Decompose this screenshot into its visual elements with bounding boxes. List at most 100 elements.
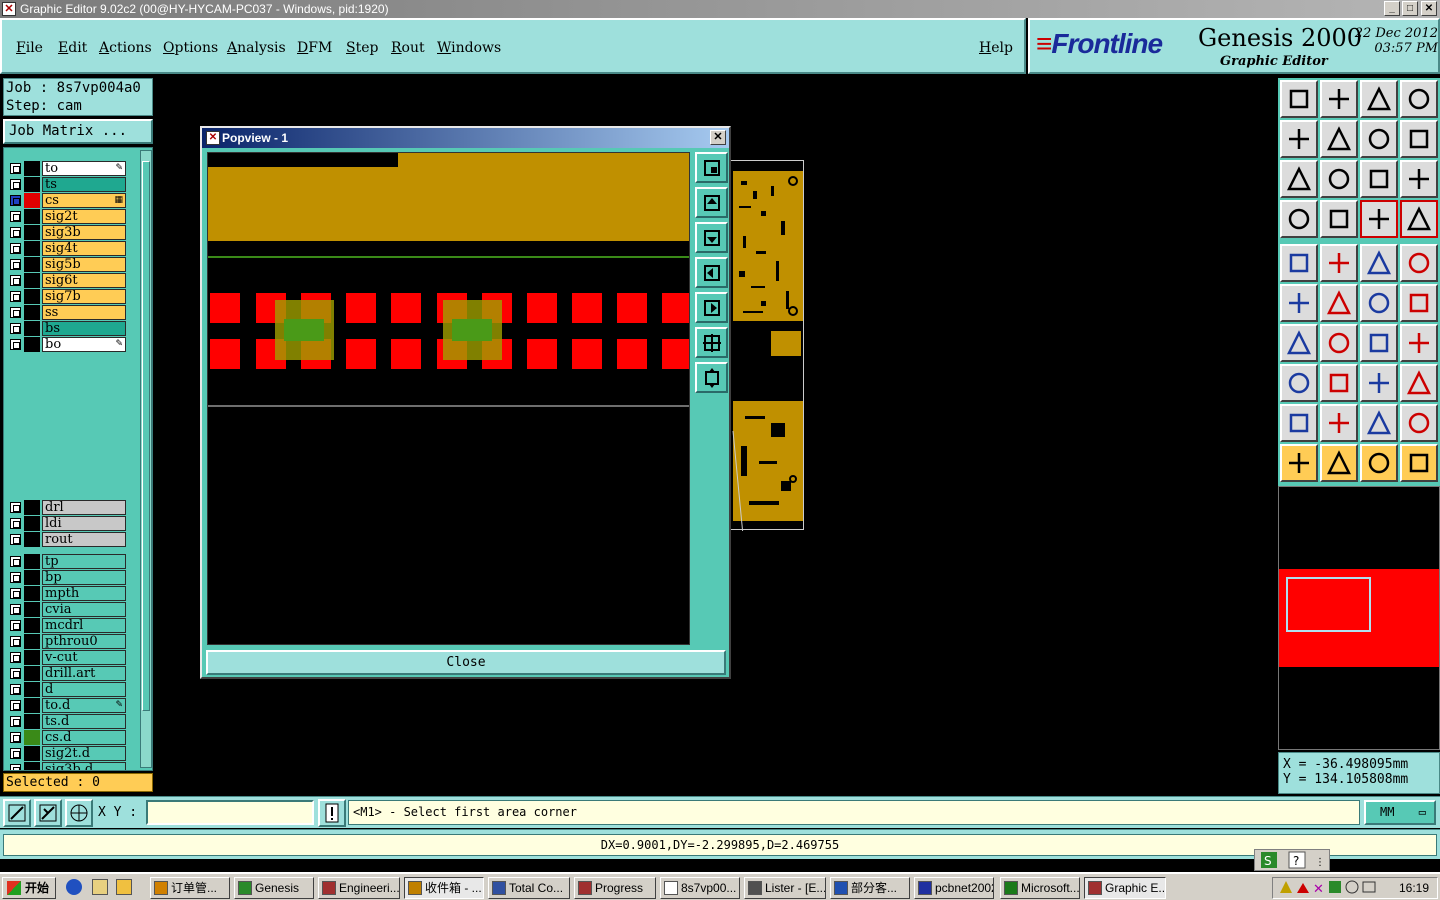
menu-dfm[interactable]: DFM <box>297 40 332 56</box>
layer-checkbox[interactable] <box>10 323 21 334</box>
layer-color-swatch[interactable] <box>24 682 40 697</box>
layer-name[interactable]: sig4t <box>42 241 126 256</box>
layer-checkbox[interactable] <box>10 518 21 529</box>
arc-mode-2-button[interactable] <box>1320 404 1358 442</box>
add-pad-button[interactable] <box>1280 244 1318 282</box>
layer-row-cs-d[interactable]: cs.d <box>8 730 126 745</box>
layer-name[interactable]: ldi <box>42 516 126 531</box>
layer-checkbox[interactable] <box>10 243 21 254</box>
delete-node-button[interactable] <box>1320 284 1358 322</box>
layer-color-swatch[interactable] <box>24 321 40 336</box>
layer-color-swatch[interactable] <box>24 698 40 713</box>
menu-analysis[interactable]: Analysis <box>227 40 286 56</box>
fit-profile-button[interactable] <box>1320 160 1358 198</box>
layer-name[interactable]: bo ✎ <box>42 337 126 352</box>
layer-color-swatch[interactable] <box>24 762 40 770</box>
outlook-icon[interactable] <box>116 879 132 895</box>
minimize-button[interactable]: _ <box>1384 1 1400 16</box>
add-line-button[interactable] <box>1320 244 1358 282</box>
layer-checkbox[interactable] <box>10 275 21 286</box>
layer-color-swatch[interactable] <box>24 241 40 256</box>
menu-windows[interactable]: Windows <box>437 40 501 56</box>
taskbar-item[interactable]: Microsoft... <box>1000 877 1080 899</box>
layer-checkbox[interactable] <box>10 556 21 567</box>
menu-actions[interactable]: Actions <box>99 40 152 56</box>
layer-name[interactable]: sig3b <box>42 225 126 240</box>
taskbar-item[interactable]: pcbnet2002 <box>914 877 994 899</box>
measure-mode-button[interactable] <box>34 799 62 827</box>
layer-color-swatch[interactable] <box>24 666 40 681</box>
arc-mode-4-button[interactable] <box>1400 404 1438 442</box>
layer-checkbox[interactable] <box>10 668 21 679</box>
layer-checkbox[interactable] <box>10 179 21 190</box>
cluster-tool-button[interactable] <box>1400 364 1438 402</box>
layer-color-swatch[interactable] <box>24 337 40 352</box>
layer-checkbox[interactable] <box>10 211 21 222</box>
layer-name[interactable]: cs ▦ <box>42 193 126 208</box>
taskbar-item[interactable]: Engineeri... <box>318 877 400 899</box>
popview-zoom-fit-button[interactable] <box>695 362 728 393</box>
layer-color-swatch[interactable] <box>24 225 40 240</box>
layer-checkbox[interactable] <box>10 534 21 545</box>
zoom-window-button[interactable] <box>1280 80 1318 118</box>
layer-checkbox[interactable] <box>10 684 21 695</box>
layer-name[interactable]: d <box>42 682 126 697</box>
popview-close-button[interactable]: Close <box>206 650 726 675</box>
layer-checkbox[interactable] <box>10 195 21 206</box>
layer-checkbox[interactable] <box>10 716 21 727</box>
layer-row-v-cut[interactable]: v-cut <box>8 650 126 665</box>
fit-window-button[interactable] <box>1280 160 1318 198</box>
zoom-area-button[interactable] <box>1400 80 1438 118</box>
snap-mode-button[interactable] <box>3 799 31 827</box>
zoom-in-button[interactable] <box>1320 80 1358 118</box>
layer-color-swatch[interactable] <box>24 193 40 208</box>
layer-color-swatch[interactable] <box>24 554 40 569</box>
select-net-button[interactable] <box>1400 444 1438 482</box>
grid-mode-button[interactable] <box>65 799 93 827</box>
layer-color-swatch[interactable] <box>24 516 40 531</box>
layer-row-sig3b[interactable]: sig3b <box>8 225 126 240</box>
taskbar-item[interactable]: Lister - [E... <box>744 877 826 899</box>
popview-pan-up-button[interactable] <box>695 187 728 218</box>
taskbar-item[interactable]: 收件箱 - ... <box>404 877 484 899</box>
taskbar-item[interactable]: 8s7vp00... <box>660 877 740 899</box>
snap-center-button[interactable] <box>1320 200 1358 238</box>
menu-options[interactable]: Options <box>163 40 218 56</box>
layer-row-ts-d[interactable]: ts.d <box>8 714 126 729</box>
layer-color-swatch[interactable] <box>24 289 40 304</box>
popview-pan-right-button[interactable] <box>695 292 728 323</box>
pcb-board-view[interactable] <box>730 160 804 557</box>
layer-checkbox[interactable] <box>10 307 21 318</box>
pan-right-button[interactable] <box>1320 120 1358 158</box>
layer-name[interactable]: sig3b.d <box>42 762 126 770</box>
layer-name[interactable]: bs <box>42 321 126 336</box>
layer-row-bo[interactable]: bo ✎ <box>8 337 126 352</box>
start-button[interactable]: 开始 <box>2 877 56 899</box>
layer-color-swatch[interactable] <box>24 177 40 192</box>
taskbar-item[interactable]: Graphic E... <box>1084 877 1166 899</box>
layer-checkbox[interactable] <box>10 620 21 631</box>
layer-color-swatch[interactable] <box>24 634 40 649</box>
layer-row-bs[interactable]: bs <box>8 321 126 336</box>
popview-zoom-home-button[interactable] <box>695 327 728 358</box>
layer-scrollbar[interactable] <box>140 150 152 768</box>
layer-color-swatch[interactable] <box>24 161 40 176</box>
taskbar-item[interactable]: Progress <box>574 877 656 899</box>
menu-file[interactable]: File <box>16 40 43 56</box>
layer-color-swatch[interactable] <box>24 273 40 288</box>
job-matrix-button[interactable]: Job Matrix ... <box>3 119 153 144</box>
menu-step[interactable]: Step <box>346 40 378 56</box>
layer-row-bp[interactable]: bp <box>8 570 126 585</box>
popview-pan-left-button[interactable] <box>695 257 728 288</box>
xy-input[interactable] <box>146 800 314 825</box>
layer-name[interactable]: sig2t.d <box>42 746 126 761</box>
menu-edit[interactable]: Edit <box>58 40 87 56</box>
layer-row-sig2t[interactable]: sig2t <box>8 209 126 224</box>
popview-pan-down-button[interactable] <box>695 222 728 253</box>
layer-name[interactable]: cvia <box>42 602 126 617</box>
select-box-button[interactable] <box>1320 444 1358 482</box>
layer-color-swatch[interactable] <box>24 257 40 272</box>
layer-checkbox[interactable] <box>10 259 21 270</box>
layer-row-sig3b-d[interactable]: sig3b.d <box>8 762 126 770</box>
layer-row-ss[interactable]: ss <box>8 305 126 320</box>
